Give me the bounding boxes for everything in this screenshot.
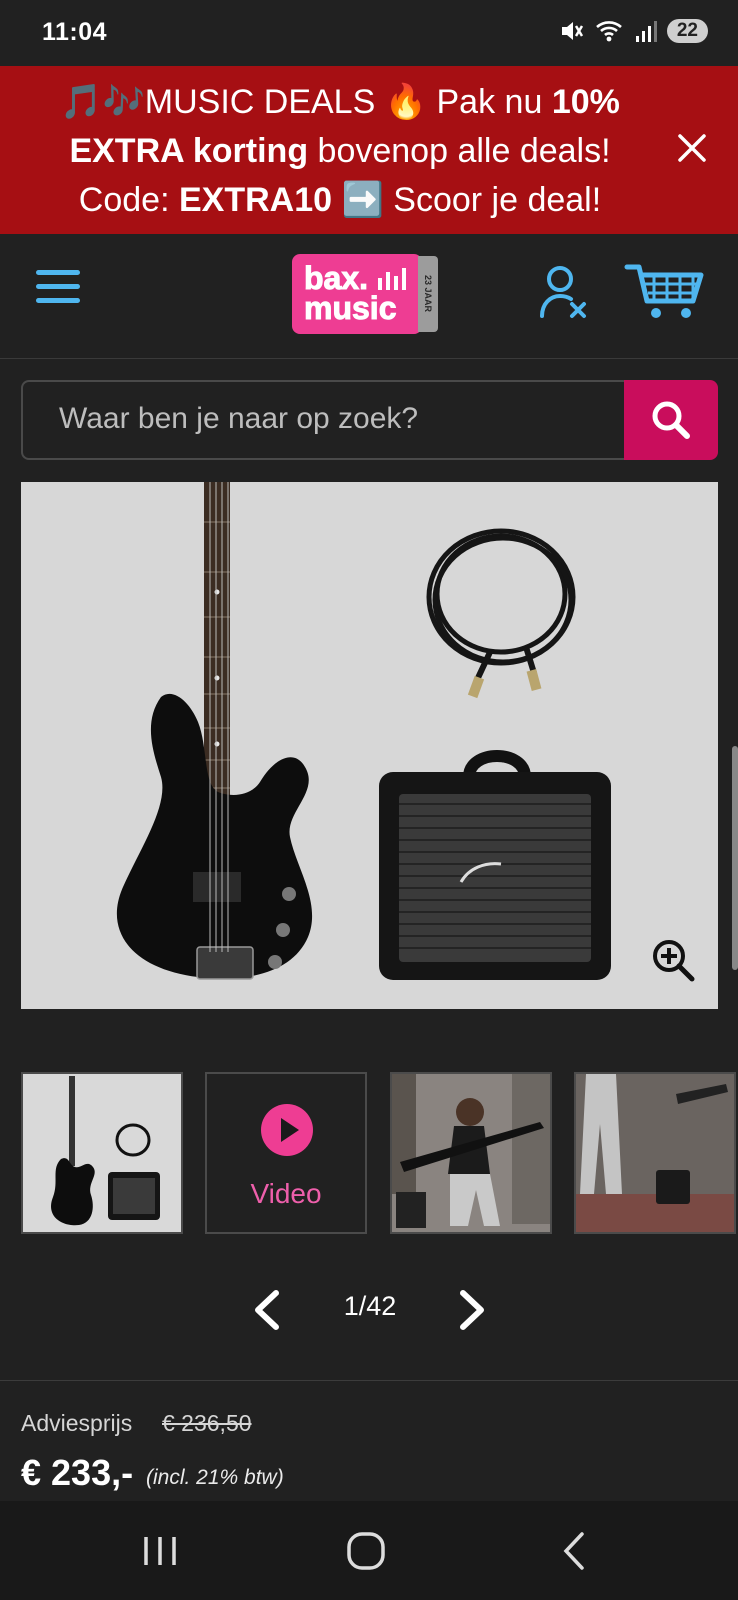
- account-icon[interactable]: [538, 264, 592, 320]
- status-time: 11:04: [42, 18, 108, 46]
- promo-banner[interactable]: 🎵🎶MUSIC DEALS 🔥 Pak nu 10% EXTRA korting…: [0, 66, 738, 234]
- recent-apps-icon[interactable]: [138, 1529, 182, 1573]
- search-input[interactable]: Waar ben je naar op zoek?: [21, 380, 624, 460]
- status-bar: 11:04 22: [0, 0, 738, 66]
- menu-button[interactable]: [36, 270, 80, 310]
- promo-line3-rest: ➡️ Scoor je deal!: [332, 181, 602, 219]
- thumbnail-product-image: [51, 1076, 160, 1226]
- system-nav-bar: [0, 1501, 738, 1600]
- product-main-image[interactable]: [21, 482, 718, 1009]
- promo-line2-bold: EXTRA korting: [69, 132, 309, 170]
- search-placeholder: Waar ben je naar op zoek?: [59, 402, 419, 435]
- search-button[interactable]: [624, 380, 718, 460]
- thumbnail-video[interactable]: Video: [205, 1072, 367, 1234]
- vat-note: (incl. 21% btw): [146, 1466, 284, 1489]
- close-icon[interactable]: [674, 130, 710, 166]
- image-counter: 1/42: [343, 1291, 397, 1321]
- thumbnail-lifestyle-2[interactable]: [574, 1072, 736, 1234]
- search-bar: Waar ben je naar op zoek?: [0, 359, 738, 482]
- search-icon: [652, 401, 690, 439]
- play-icon: [261, 1104, 313, 1156]
- bax-music-logo[interactable]: bax. music 23 JAAR: [292, 254, 446, 334]
- site-header: bax. music 23 JAAR: [0, 234, 738, 359]
- signal-icon: [635, 21, 657, 42]
- promo-text: 🎵🎶MUSIC DEALS 🔥 Pak nu 10% EXTRA korting…: [30, 78, 650, 225]
- back-icon[interactable]: [552, 1529, 596, 1573]
- zoom-icon[interactable]: [650, 937, 696, 983]
- product-price: € 233,-: [21, 1452, 134, 1493]
- promo-line2-rest: bovenop alle deals!: [308, 132, 611, 170]
- thumbnail-lifestyle-1[interactable]: [390, 1072, 552, 1234]
- thumbnail-lifestyle-image: [392, 1074, 550, 1232]
- equalizer-icon: [378, 268, 406, 290]
- video-label: Video: [250, 1178, 322, 1209]
- chevron-left-icon[interactable]: [250, 1289, 284, 1331]
- logo-background: bax. music: [292, 254, 422, 334]
- divider: [0, 1380, 738, 1381]
- status-icons: 22: [559, 18, 708, 44]
- scrollbar[interactable]: [732, 746, 738, 970]
- logo-anniversary-badge: 23 JAAR: [418, 256, 438, 332]
- home-icon[interactable]: [344, 1529, 388, 1573]
- advice-price-label: Adviesprijs: [21, 1410, 133, 1436]
- chevron-right-icon[interactable]: [455, 1289, 489, 1331]
- mute-icon: [561, 22, 583, 40]
- cart-icon[interactable]: [624, 262, 706, 322]
- promo-line1-prefix: 🎵🎶MUSIC DEALS 🔥 Pak nu: [60, 83, 552, 121]
- wifi-icon: [595, 21, 622, 42]
- hamburger-icon: [36, 270, 80, 275]
- thumbnail-lifestyle-image: [576, 1074, 734, 1232]
- advice-price: € 236,50: [162, 1410, 252, 1436]
- thumbnail-product[interactable]: [21, 1072, 183, 1234]
- battery-indicator: 22: [666, 19, 708, 43]
- promo-code: EXTRA10: [178, 181, 333, 219]
- promo-line3-prefix: Code:: [78, 181, 179, 219]
- logo-text-music: music: [304, 290, 397, 326]
- bass-guitar-image: [116, 482, 611, 980]
- promo-line1-bold: 10%: [551, 83, 620, 121]
